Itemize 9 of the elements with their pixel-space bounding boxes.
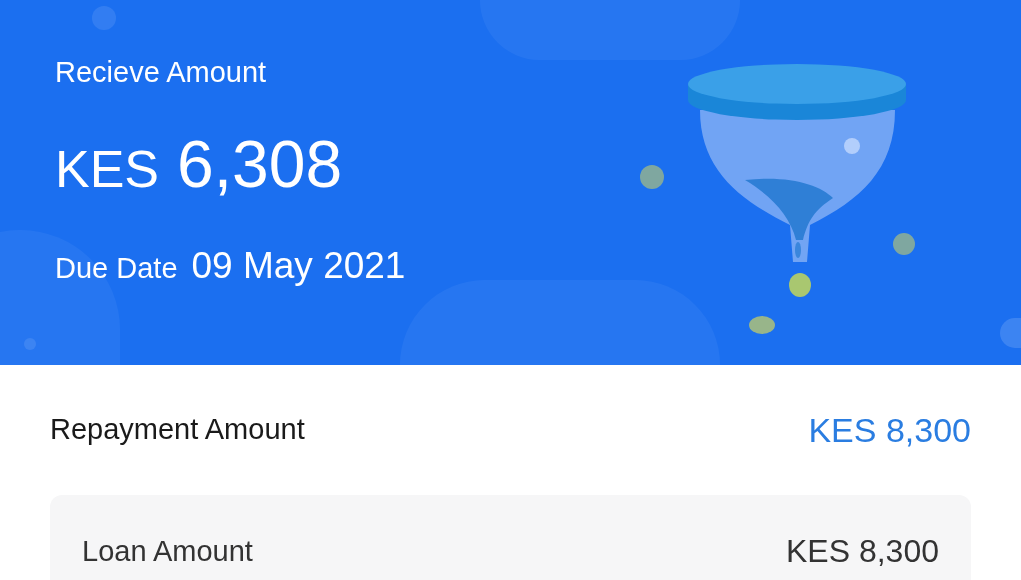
repayment-amount-value: KES 8,300 [808,409,971,451]
receive-amount-value: 6,308 [177,131,343,197]
due-date-label: Due Date [55,254,178,283]
receive-amount-label: Recieve Amount [55,58,268,87]
currency-label: KES [55,143,160,195]
due-date-value: 09 May 2021 [191,247,406,284]
detail-value: KES 8,300 [786,535,939,567]
detail-label: Loan Amount [82,536,253,566]
repayment-amount-label: Repayment Amount [50,412,305,448]
